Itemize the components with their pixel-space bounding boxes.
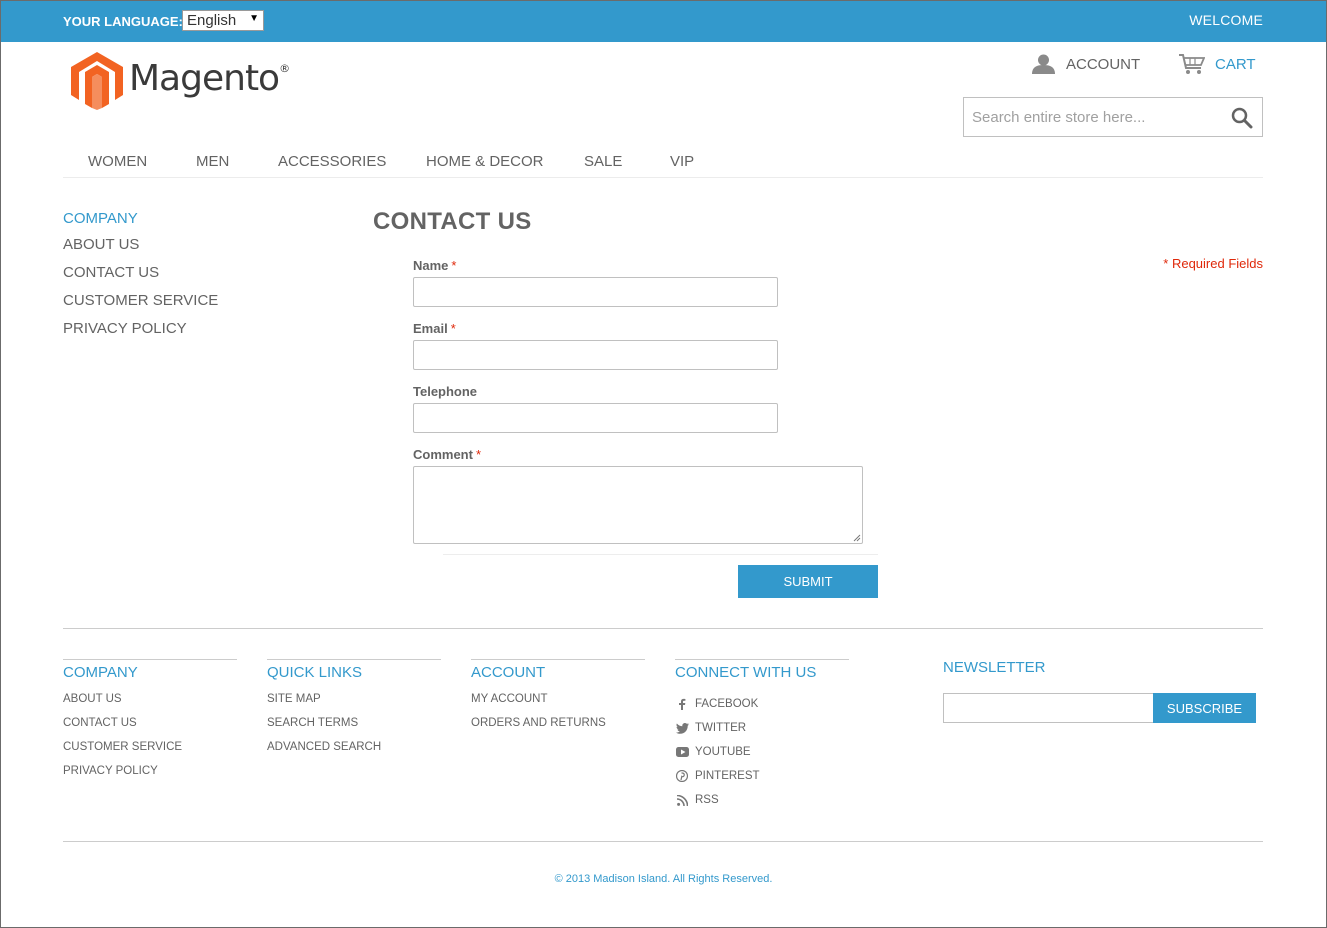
footer-link-site-map[interactable]: SITE MAP xyxy=(267,692,441,716)
comment-label: Comment * xyxy=(413,447,482,462)
language-selected-value: English xyxy=(187,12,237,29)
footer-company-column: COMPANY ABOUT US CONTACT US CUSTOMER SER… xyxy=(63,659,237,788)
email-label: Email * xyxy=(413,321,456,336)
footer-account-title: ACCOUNT xyxy=(471,664,546,681)
footer-quick-links-title: QUICK LINKS xyxy=(267,664,363,681)
cart-icon xyxy=(1179,54,1205,74)
window-border xyxy=(0,0,1327,928)
footer-bottom-divider xyxy=(63,841,1263,842)
social-link-facebook[interactable]: FACEBOOK xyxy=(675,692,849,716)
footer-quick-links-column: QUICK LINKS SITE MAP SEARCH TERMS ADVANC… xyxy=(267,659,441,764)
language-label: YOUR LANGUAGE: xyxy=(63,14,183,29)
footer-link-about-us[interactable]: ABOUT US xyxy=(63,692,237,716)
social-link-rss[interactable]: RSS xyxy=(675,788,849,812)
footer-connect-column: CONNECT WITH US FACEBOOK TWITTER YOUTUBE… xyxy=(675,659,849,812)
cart-label: CART xyxy=(1215,55,1256,73)
subscribe-button[interactable]: SUBSCRIBE xyxy=(1153,693,1256,723)
footer-divider xyxy=(63,628,1263,629)
telephone-field[interactable] xyxy=(413,403,778,433)
social-link-pinterest[interactable]: PINTEREST xyxy=(675,764,849,788)
nav-item-accessories[interactable]: ACCESSORIES xyxy=(278,153,386,170)
pinterest-icon xyxy=(675,769,689,783)
sidebar-item-privacy-policy[interactable]: PRIVACY POLICY xyxy=(63,320,218,338)
copyright-text: © 2013 Madison Island. All Rights Reserv… xyxy=(554,873,773,885)
name-field[interactable] xyxy=(413,277,778,307)
nav-item-women[interactable]: WOMEN xyxy=(88,153,147,170)
name-label: Name * xyxy=(413,258,457,273)
nav-item-sale[interactable]: SALE xyxy=(584,153,622,170)
submit-button[interactable]: SUBMIT xyxy=(738,565,878,598)
sidebar-title[interactable]: COMPANY xyxy=(63,210,218,227)
comment-textarea[interactable] xyxy=(413,466,863,544)
footer-link-my-account[interactable]: MY ACCOUNT xyxy=(471,692,645,716)
account-link[interactable]: ACCOUNT xyxy=(1032,53,1140,75)
required-fields-note: * Required Fields xyxy=(1163,256,1263,271)
dropdown-arrow-icon: ▼ xyxy=(249,13,259,24)
form-divider xyxy=(443,554,878,555)
youtube-icon xyxy=(675,745,689,759)
resize-grip-icon[interactable] xyxy=(853,534,861,542)
language-select[interactable]: English ▼ xyxy=(182,10,264,31)
facebook-icon xyxy=(675,697,689,711)
main-nav: WOMEN MEN ACCESSORIES HOME & DECOR SALE … xyxy=(63,152,1263,178)
account-label: ACCOUNT xyxy=(1066,55,1141,73)
footer-link-orders-returns[interactable]: ORDERS AND RETURNS xyxy=(471,716,645,740)
nav-item-vip[interactable]: VIP xyxy=(670,153,694,170)
footer-link-contact-us[interactable]: CONTACT US xyxy=(63,716,237,740)
footer-company-title: COMPANY xyxy=(63,664,138,681)
footer-account-column: ACCOUNT MY ACCOUNT ORDERS AND RETURNS xyxy=(471,659,645,740)
footer-connect-title: CONNECT WITH US xyxy=(675,664,817,681)
magento-logo-icon xyxy=(71,52,123,110)
top-bar: YOUR LANGUAGE: English ▼ WELCOME xyxy=(0,0,1327,42)
twitter-icon xyxy=(675,721,689,735)
footer-link-customer-service[interactable]: CUSTOMER SERVICE xyxy=(63,740,237,764)
newsletter-email-input[interactable] xyxy=(943,693,1154,723)
sidebar-item-contact-us[interactable]: CONTACT US xyxy=(63,264,218,282)
telephone-label: Telephone xyxy=(413,384,478,399)
search-icon[interactable] xyxy=(1231,107,1253,129)
nav-item-men[interactable]: MEN xyxy=(196,153,229,170)
newsletter-title: NEWSLETTER xyxy=(943,659,1046,676)
user-icon xyxy=(1032,54,1055,74)
cart-link[interactable]: CART xyxy=(1178,53,1256,75)
footer-link-advanced-search[interactable]: ADVANCED SEARCH xyxy=(267,740,441,764)
nav-item-home-decor[interactable]: HOME & DECOR xyxy=(426,153,544,170)
rss-icon xyxy=(675,793,689,807)
welcome-message: WELCOME xyxy=(1189,12,1263,28)
logo[interactable]: Magento® xyxy=(71,52,290,110)
logo-text: Magento® xyxy=(129,58,290,99)
sidebar: COMPANY ABOUT US CONTACT US CUSTOMER SER… xyxy=(63,210,218,348)
email-field[interactable] xyxy=(413,340,778,370)
social-link-twitter[interactable]: TWITTER xyxy=(675,716,849,740)
sidebar-item-about-us[interactable]: ABOUT US xyxy=(63,236,218,254)
search-input[interactable] xyxy=(964,98,1214,136)
sidebar-item-customer-service[interactable]: CUSTOMER SERVICE xyxy=(63,292,218,310)
footer-link-search-terms[interactable]: SEARCH TERMS xyxy=(267,716,441,740)
social-link-youtube[interactable]: YOUTUBE xyxy=(675,740,849,764)
footer-link-privacy-policy[interactable]: PRIVACY POLICY xyxy=(63,764,237,788)
page-title: CONTACT US xyxy=(373,208,532,235)
search-box xyxy=(963,97,1263,137)
